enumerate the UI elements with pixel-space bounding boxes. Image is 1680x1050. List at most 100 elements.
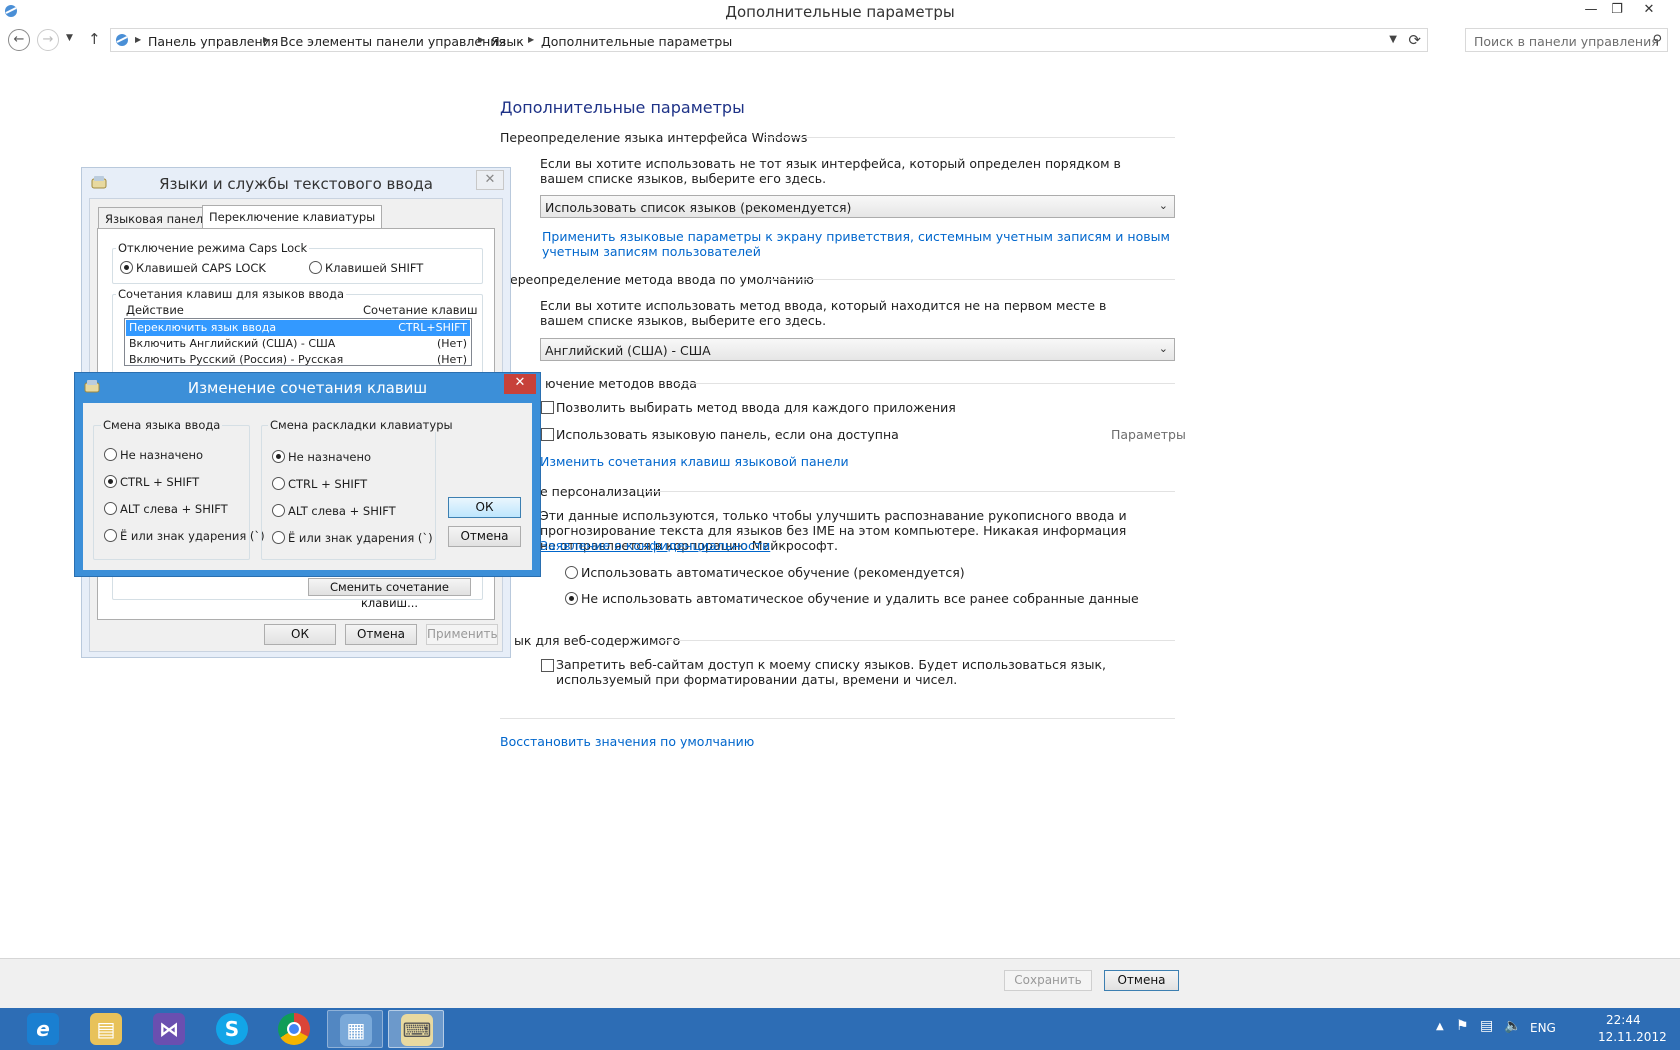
layout-grave-radio[interactable]: [272, 531, 285, 544]
recent-pages-icon[interactable]: ▼: [66, 33, 73, 43]
taskbar-app[interactable]: ▦: [327, 1010, 383, 1048]
search-icon[interactable]: ⚲: [1652, 33, 1662, 48]
chevron-down-icon[interactable]: ▼: [1389, 34, 1397, 45]
auto-learning-radio[interactable]: [565, 566, 578, 579]
layout-ctrl-shift-radio[interactable]: [272, 477, 285, 490]
refresh-icon[interactable]: ⟳: [1408, 31, 1421, 49]
lang-none-radio[interactable]: [104, 448, 117, 461]
input-language-indicator[interactable]: ENG: [1530, 1021, 1556, 1035]
minimize-button[interactable]: —: [1578, 0, 1604, 22]
layout-alt-shift-radio[interactable]: [272, 504, 285, 517]
display-language-select[interactable]: Использовать список языков (рекомендуетс…: [540, 195, 1175, 218]
language-bar-checkbox[interactable]: [541, 428, 554, 441]
back-button[interactable]: ←: [8, 29, 30, 51]
column-header-keys: Сочетание клавиш: [363, 303, 478, 317]
show-hidden-icons-icon[interactable]: ▲: [1436, 1021, 1444, 1032]
divider: [770, 279, 1175, 280]
column-header-action: Действие: [126, 303, 184, 317]
taskbar-app[interactable]: e: [15, 1010, 71, 1048]
taskbar-app[interactable]: [266, 1010, 322, 1048]
section-title: ык для веб-содержимого: [514, 633, 681, 648]
radio-label: Ё или знак ударения (`): [288, 531, 433, 545]
divider: [676, 383, 1175, 384]
close-button[interactable]: ✕: [1636, 0, 1662, 22]
folder-icon: ▤: [90, 1013, 122, 1045]
restore-button[interactable]: ❐: [1604, 0, 1630, 22]
radio-label: Не назначено: [120, 448, 204, 462]
change-hotkey-button[interactable]: Сменить сочетание клавиш...: [308, 578, 471, 610]
radio-label: CTRL + SHIFT: [120, 475, 200, 489]
radio-label: ALT слева + SHIFT: [288, 504, 396, 518]
network-icon[interactable]: ▤: [1480, 1018, 1493, 1034]
radio-label: Ё или знак ударения (`): [120, 529, 265, 543]
change-hotkeys-link[interactable]: Изменить сочетания клавиш языковой панел…: [540, 454, 849, 469]
search-input[interactable]: Поиск в панели управления ⚲: [1465, 28, 1668, 52]
caps-lock-key-radio[interactable]: [120, 261, 133, 274]
cancel-button[interactable]: Отмена: [448, 526, 521, 547]
no-auto-learning-radio[interactable]: [565, 592, 578, 605]
visual-studio-icon: ⋈: [153, 1013, 185, 1045]
taskbar: e ▤ ⋈ S ▦ ⌨ ▲ ⚑ ▤ 🔈 ENG 22:44 12.11.2012: [0, 1008, 1680, 1050]
change-hotkey-dialog: Изменение сочетания клавиш ✕ Смена языка…: [74, 372, 541, 577]
section-description: Если вы хотите использовать не тот язык …: [540, 156, 1121, 186]
taskbar-app[interactable]: ⋈: [141, 1010, 197, 1048]
close-icon[interactable]: ✕: [476, 170, 504, 190]
block-websites-checkbox[interactable]: [541, 659, 554, 672]
window-title: Дополнительные параметры: [725, 3, 955, 21]
up-icon[interactable]: ↑: [88, 30, 101, 48]
close-icon[interactable]: ✕: [504, 374, 536, 394]
privacy-statement-link[interactable]: Заявление о конфиденциальности: [540, 538, 770, 553]
divider: [764, 137, 1175, 138]
breadcrumb-item[interactable]: Язык: [491, 34, 524, 49]
breadcrumb-item[interactable]: Дополнительные параметры: [541, 34, 732, 49]
chevron-right-icon: ▶: [135, 35, 142, 44]
shift-key-radio[interactable]: [309, 261, 322, 274]
list-item[interactable]: Включить Английский (США) - США (Нет): [126, 336, 470, 352]
control-panel-icon: [114, 32, 130, 51]
lang-grave-radio[interactable]: [104, 529, 117, 542]
system-tray: ▲ ⚑ ▤ 🔈 ENG 22:44 12.11.2012: [1420, 1008, 1680, 1050]
address-input[interactable]: ▶ Панель управления ▶ Все элементы панел…: [110, 28, 1428, 52]
breadcrumb-item[interactable]: Все элементы панели управления: [280, 34, 506, 49]
chevron-down-icon: ⌄: [1158, 342, 1168, 355]
flag-icon[interactable]: ⚑: [1456, 1018, 1469, 1034]
keyboard-icon: ⌨: [401, 1014, 433, 1046]
group-label: Смена раскладки клавиатуры: [268, 418, 455, 432]
default-input-method-select[interactable]: Английский (США) - США ⌄: [540, 338, 1175, 361]
breadcrumb-item[interactable]: Панель управления: [148, 34, 278, 49]
forward-button[interactable]: →: [37, 29, 59, 51]
ok-button[interactable]: ОК: [448, 497, 521, 518]
dialog-title: Изменение сочетания клавиш: [187, 379, 428, 397]
taskbar-app[interactable]: S: [204, 1010, 260, 1048]
per-app-input-checkbox[interactable]: [541, 401, 554, 414]
cancel-button[interactable]: Отмена: [1104, 970, 1179, 991]
lang-ctrl-shift-radio[interactable]: [104, 475, 117, 488]
tab-keyboard-switch[interactable]: Переключение клавиатуры: [202, 205, 383, 229]
clock-date[interactable]: 12.11.2012: [1598, 1030, 1667, 1044]
clock-time[interactable]: 22:44: [1606, 1013, 1641, 1027]
cancel-button[interactable]: Отмена: [345, 624, 417, 645]
section-title: ереопределение метода ввода по умолчанию: [510, 272, 814, 287]
restore-defaults-link[interactable]: Восстановить значения по умолчанию: [500, 734, 754, 749]
taskbar-app[interactable]: ▤: [78, 1010, 134, 1048]
apply-language-settings-link[interactable]: Применить языковые параметры к экрану пр…: [542, 229, 1182, 259]
language-bar-options-link[interactable]: Параметры: [1111, 427, 1186, 442]
chevron-right-icon: ▶: [263, 35, 270, 44]
taskbar-app[interactable]: ⌨: [388, 1010, 444, 1048]
dialog-body: Смена языка ввода Не назначено CTRL + SH…: [83, 403, 532, 570]
radio-label: Не использовать автоматическое обучение …: [581, 591, 1139, 606]
internet-explorer-icon: e: [27, 1013, 59, 1045]
lang-alt-shift-radio[interactable]: [104, 502, 117, 515]
volume-icon[interactable]: 🔈: [1504, 1018, 1521, 1034]
radio-label: Клавишей CAPS LOCK: [136, 261, 266, 275]
apply-button[interactable]: Применить: [426, 624, 498, 645]
list-item[interactable]: Переключить язык ввода CTRL+SHIFT: [126, 320, 470, 336]
tab-language-bar[interactable]: Языковая панель: [98, 207, 217, 229]
layout-none-radio[interactable]: [272, 450, 285, 463]
radio-label: Клавишей SHIFT: [325, 261, 424, 275]
checkbox-label: Позволить выбирать метод ввода для каждо…: [556, 400, 956, 415]
save-button[interactable]: Сохранить: [1004, 970, 1092, 991]
radio-label: Не назначено: [288, 450, 372, 464]
list-item[interactable]: Включить Русский (Россия) - Русская (Нет…: [126, 352, 470, 365]
ok-button[interactable]: ОК: [264, 624, 336, 645]
